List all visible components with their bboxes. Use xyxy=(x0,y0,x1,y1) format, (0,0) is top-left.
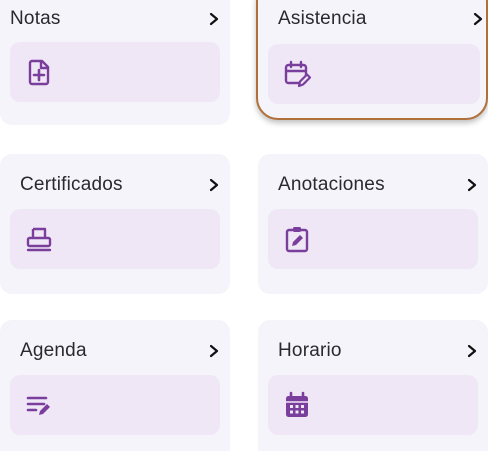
chevron-right-icon xyxy=(209,12,219,26)
calendar-edit-icon xyxy=(284,60,311,88)
list-edit-icon xyxy=(26,396,50,415)
chevron-right-icon xyxy=(473,12,483,26)
icon-tile xyxy=(10,375,220,435)
tile-label: Notas xyxy=(10,8,61,29)
icon-tile xyxy=(10,209,220,269)
chevron-right-icon xyxy=(209,178,219,192)
chevron-right-icon xyxy=(467,344,477,358)
file-plus-icon xyxy=(28,59,50,86)
tile-label: Asistencia xyxy=(278,8,367,29)
clipboard-edit-icon xyxy=(285,227,309,253)
tile-label: Horario xyxy=(278,340,342,361)
tile-horario[interactable]: Horario xyxy=(258,320,488,451)
tile-asistencia[interactable]: Asistencia xyxy=(256,0,488,120)
tile-label: Certificados xyxy=(20,174,123,195)
chevron-right-icon xyxy=(209,344,219,358)
tile-agenda[interactable]: Agenda xyxy=(0,320,230,451)
tile-certificados[interactable]: Certificados xyxy=(0,154,230,294)
icon-tile xyxy=(10,42,220,102)
chevron-right-icon xyxy=(467,178,477,192)
tile-notas[interactable]: Notas xyxy=(0,0,230,125)
icon-tile xyxy=(268,375,478,435)
calendar-grid-icon xyxy=(286,391,308,417)
tile-anotaciones[interactable]: Anotaciones xyxy=(258,154,488,294)
icon-tile xyxy=(268,209,478,269)
icon-tile xyxy=(268,44,480,104)
printer-icon xyxy=(26,227,52,252)
tile-label: Anotaciones xyxy=(278,174,385,195)
tile-label: Agenda xyxy=(20,340,87,361)
